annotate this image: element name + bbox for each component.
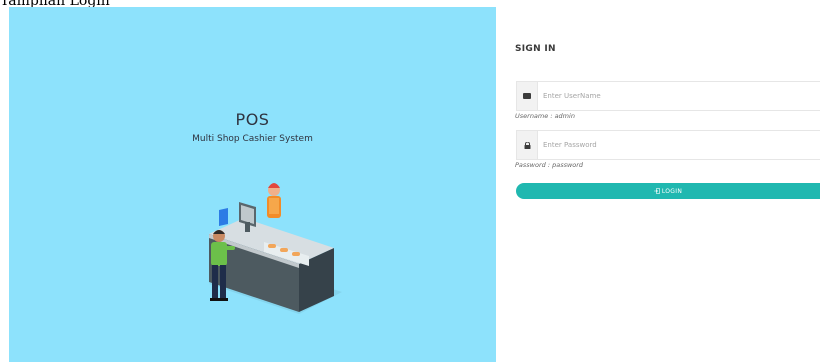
app-title: POS [235,110,270,129]
hero-panel: POS Multi Shop Cashier System [9,7,496,362]
lock-icon [517,131,538,159]
signin-title: SIGN IN [515,44,556,54]
username-hint: Username : admin [515,112,575,120]
password-input[interactable] [543,131,813,159]
username-field[interactable] [516,81,820,111]
app-subtitle: Multi Shop Cashier System [192,134,313,144]
login-button[interactable]: LOGIN [516,183,820,199]
login-icon [653,188,660,194]
login-page: Tampilan Login POS Multi Shop Cashier Sy… [0,0,820,362]
password-field[interactable] [516,130,820,160]
username-input[interactable] [543,82,813,110]
login-button-label: LOGIN [661,187,683,195]
user-card-icon [517,82,538,110]
cashier-counter-illustration [209,183,342,314]
password-hint: Password : password [515,161,584,169]
